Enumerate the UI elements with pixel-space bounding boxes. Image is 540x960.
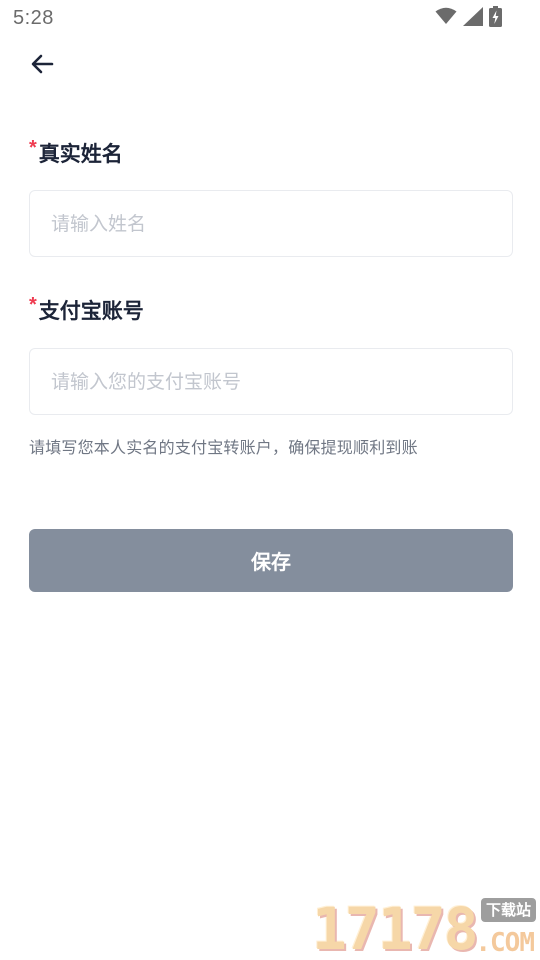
name-label: * 真实姓名 xyxy=(29,137,123,168)
required-mark: * xyxy=(29,294,37,316)
name-field-container xyxy=(29,190,513,257)
status-icons xyxy=(435,5,502,31)
name-label-text: 真实姓名 xyxy=(38,142,123,166)
battery-charging-icon xyxy=(489,5,502,31)
watermark-number: 17178 xyxy=(312,895,479,960)
status-bar: 5:28 xyxy=(0,0,540,36)
watermark-domain: .COM xyxy=(475,928,535,958)
wifi-icon xyxy=(435,7,457,29)
arrow-left-icon xyxy=(30,53,54,79)
required-mark: * xyxy=(29,137,37,159)
account-hint: 请填写您本人实名的支付宝转账户，确保提现顺利到账 xyxy=(29,438,418,457)
status-time: 5:28 xyxy=(13,7,54,29)
watermark-badge: 下载站 xyxy=(480,898,536,922)
save-button[interactable]: 保存 xyxy=(29,529,513,592)
watermark-logo: 17178 下载站 .COM xyxy=(312,898,538,960)
account-field-container xyxy=(29,348,513,415)
alipay-account-input[interactable] xyxy=(30,349,512,414)
back-button[interactable] xyxy=(26,50,58,82)
account-label: * 支付宝账号 xyxy=(29,294,144,325)
account-label-text: 支付宝账号 xyxy=(38,299,144,323)
screen: 5:28 * 真实姓名 请输入姓名 * 支付宝账号 请输入您的支付宝账号 请填写… xyxy=(0,0,540,960)
name-input[interactable] xyxy=(30,191,512,256)
cell-signal-icon xyxy=(463,6,483,30)
